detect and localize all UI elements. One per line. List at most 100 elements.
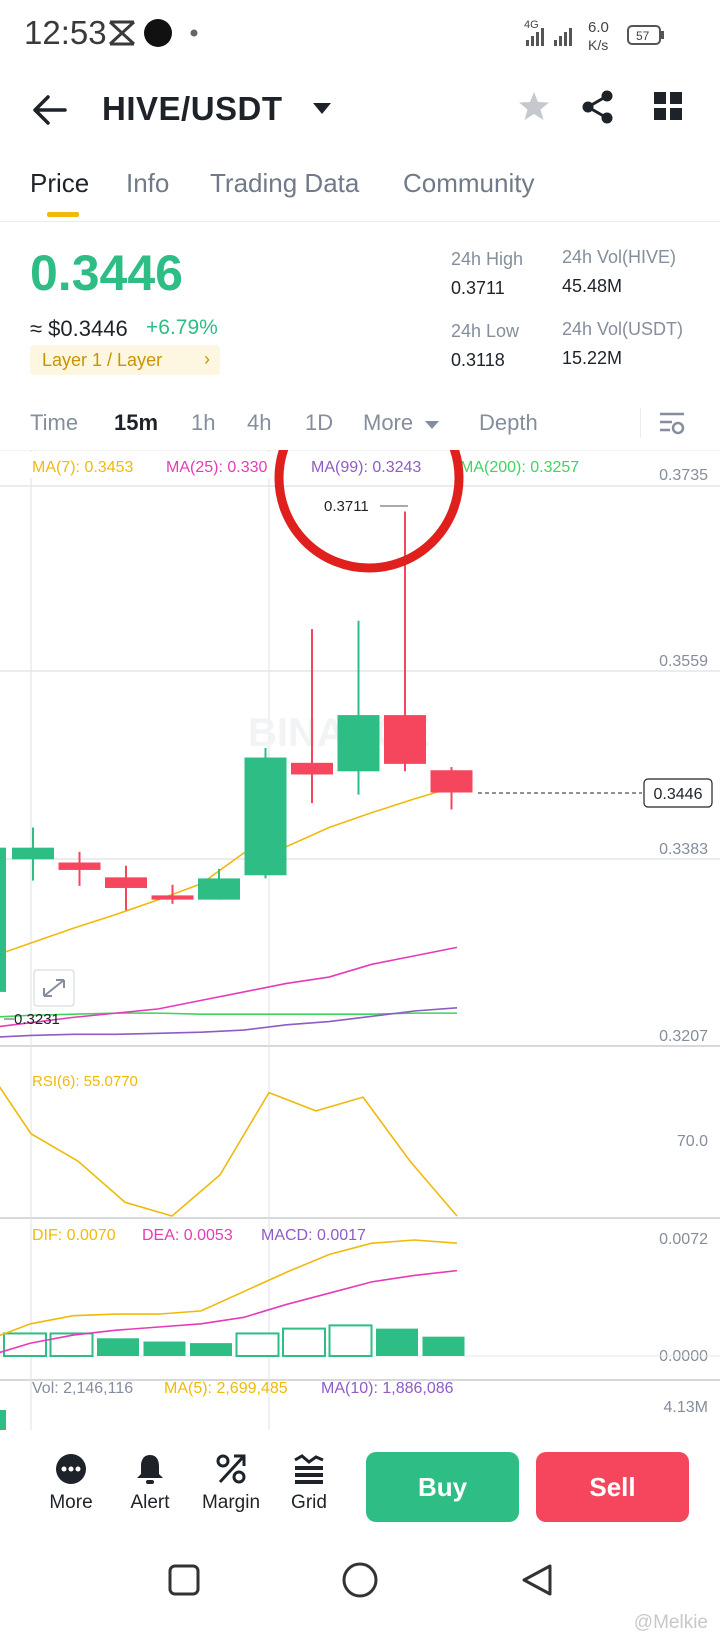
high-price-marker: 0.3711 [324,498,408,515]
macd-histogram-bar [422,1336,465,1356]
more-dots-icon [56,1454,86,1484]
vol-quote-value: 15.22M [562,348,623,368]
candle-body [198,878,240,900]
price-axis-label: 0.3559 [659,653,708,670]
volume-legend: Vol: 2,146,116 MA(5): 2,699,485 MA(10): 1,… [32,1380,454,1397]
category-tag-label: Layer 1 / Layer [42,350,163,370]
system-navigation-bar [0,1560,720,1640]
ma99-line [0,1007,458,1038]
header: HIVE/USDT [0,80,720,140]
candle-body [105,877,147,888]
macd-histogram-bar [190,1343,232,1356]
margin-percent-icon [216,1454,246,1484]
grid-menu-icon[interactable] [654,92,682,120]
category-tag[interactable]: Layer 1 / Layer › [30,345,220,375]
back-arrow-icon[interactable] [32,94,68,126]
dif-line [0,1239,458,1337]
price-usd-equivalent: ≈ $0.3446 [30,316,128,341]
macd-histogram-bar [376,1328,418,1356]
low-24h-label: 24h Low [451,321,520,341]
notification-dot-icon [144,19,172,47]
ma7-line [0,785,458,955]
interval-bar: Time 15m 1h 4h 1D More Depth [0,404,720,448]
recent-apps-icon[interactable] [168,1564,200,1596]
tab-info[interactable]: Info [126,168,169,199]
divider [640,408,641,438]
price-change-percent: +6.79% [146,316,218,339]
interval-depth[interactable]: Depth [479,410,538,436]
macd-axis-label: 0.0072 [659,1231,708,1248]
status-bar: 12:53 4G 6.0 K/s 57 [0,0,720,66]
more-dropdown-icon[interactable] [424,420,440,430]
grid-trading-icon [294,1454,324,1484]
watermark: @Melkie [633,1612,708,1633]
candle-body [0,847,6,992]
top-tabs: Price Info Trading Data Community [0,160,720,222]
chevron-right-icon: › [204,349,210,369]
volume-axis-label: 4.13M [664,1399,708,1416]
high-price-label: 0.3711 [324,498,369,515]
macd-histogram-bar [235,1332,280,1358]
back-nav-icon[interactable] [520,1563,554,1597]
tab-community[interactable]: Community [403,168,534,199]
last-price: 0.3446 [30,245,183,301]
margin-label: Margin [201,1492,261,1513]
interval-4h[interactable]: 4h [247,410,271,436]
bottom-action-bar: More Alert Margin Grid Buy Sell [0,1448,720,1538]
interval-15m[interactable]: 15m [114,410,158,436]
app-logo-icon [108,20,136,46]
chart-settings-icon[interactable] [658,410,686,438]
candle-body [244,757,287,876]
home-icon[interactable] [341,1561,379,1599]
macd-legend-label: DEA: 0.0053 [142,1227,233,1244]
ma-legend-label: MA(7): 0.3453 [32,459,133,476]
speed-unit: K/s [588,37,608,53]
alert-button[interactable]: Alert [115,1452,185,1514]
high-24h-value: 0.3711 [451,278,505,298]
candle-body [12,847,54,860]
macd-legend-label: MACD: 0.0017 [261,1227,366,1244]
rsi-line [0,1086,458,1217]
macd-histogram-bar [328,1324,373,1358]
candle-body [151,895,194,900]
macd-legend-label: DIF: 0.0070 [32,1227,116,1244]
ma-legend: MA(7): 0.3453 MA(25): 0.330 MA(99): 0.3243… [0,452,620,478]
network-type-label: 4G [524,19,539,31]
interval-more[interactable]: More [363,410,413,436]
candle-body [337,715,380,772]
candle-body [384,715,426,764]
share-icon[interactable] [582,90,614,124]
interval-1h[interactable]: 1h [191,410,215,436]
more-button[interactable]: More [36,1452,106,1514]
speed-value: 6.0 [588,19,609,36]
volume-legend-label: Vol: 2,146,116 [32,1380,133,1397]
tab-price[interactable]: Price [30,168,89,199]
active-tab-indicator [47,212,79,217]
macd-histogram-bar [97,1338,139,1356]
bell-icon [137,1455,163,1484]
buy-button[interactable]: Buy [366,1452,519,1522]
expand-icon [33,969,75,1007]
macd-histogram-bar [143,1341,186,1356]
favorite-star-icon[interactable] [518,90,550,122]
margin-button[interactable]: Margin [196,1452,266,1514]
rsi-axis-label: 70.0 [677,1133,708,1150]
interval-time[interactable]: Time [30,410,78,436]
sell-button[interactable]: Sell [536,1452,689,1522]
high-24h-label: 24h High [451,249,524,269]
low-24h-value: 0.3118 [451,350,505,370]
pair-dropdown-icon[interactable] [312,102,332,116]
more-label: More [49,1492,93,1513]
grid-button[interactable]: Grid [274,1452,344,1514]
vol-base-label: 24h Vol(HIVE) [562,247,677,267]
tab-trading-data[interactable]: Trading Data [210,168,359,199]
volume-bar [0,1410,6,1430]
vol-base-value: 45.48M [562,276,623,296]
interval-1d[interactable]: 1D [305,410,333,436]
rsi-label: RSI(6): 55.0770 [32,1073,138,1090]
pair-title[interactable]: HIVE/USDT [102,90,283,128]
chart-area[interactable]: BINANCE MA(7): 0.3453MA(25): 0.330MA(99)… [0,450,720,1440]
candlestick-chart[interactable]: BINANCE MA(7): 0.3453MA(25): 0.330MA(99)… [0,450,720,1440]
volume-legend-label: MA(5): 2,699,485 [164,1380,288,1397]
battery-level: 57 [636,29,650,43]
